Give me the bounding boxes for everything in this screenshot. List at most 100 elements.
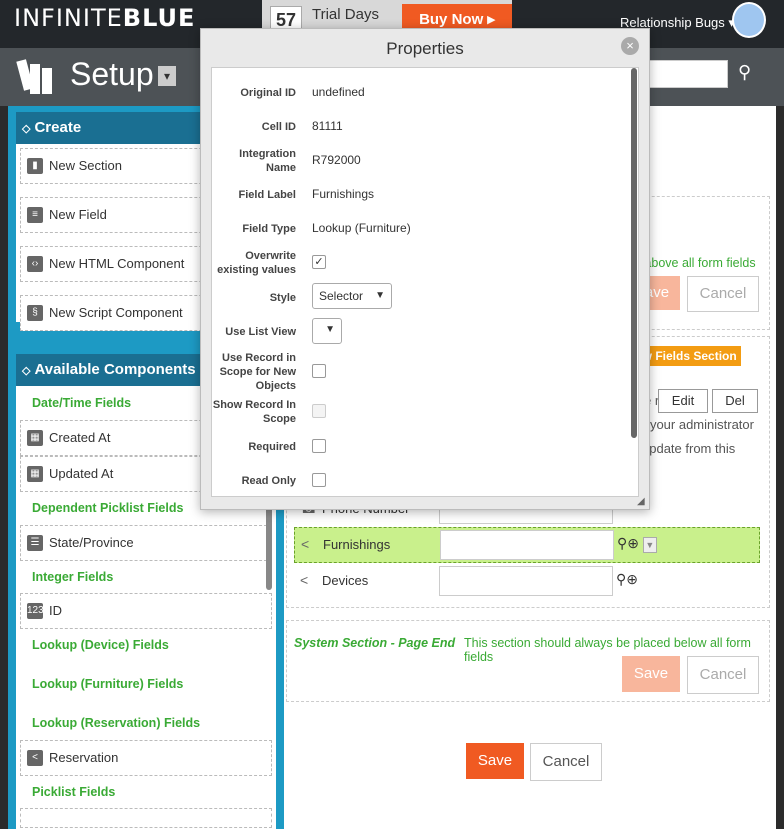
lookup-tools[interactable]: ⚲⊕ ▼ [617, 535, 657, 553]
category-lookup-device: Lookup (Device) Fields [32, 638, 169, 652]
chevron-down-icon: ▼ [375, 290, 385, 301]
share-icon: < [300, 572, 309, 588]
new-script-component-label: New Script Component [49, 305, 183, 320]
required-checkbox[interactable] [312, 439, 326, 453]
field-label-value: Furnishings [312, 187, 375, 201]
admin-text-2: update from this [642, 441, 736, 456]
page-title: Setup [70, 56, 154, 92]
calendar-icon: ▦ [27, 430, 43, 446]
use-list-view-label: Use List View [225, 326, 296, 338]
read-only-label: Read Only [241, 475, 296, 487]
add-icon[interactable]: ⊕ [627, 535, 639, 551]
original-id-label: Original ID [240, 87, 296, 99]
properties-dialog: Properties × Original ID undefined Cell … [200, 28, 650, 510]
style-label: Style [269, 292, 296, 304]
field-icon: ≡ [27, 207, 43, 223]
dialog-title: Properties [386, 39, 464, 58]
chevron-down-icon: ▼ [325, 324, 335, 335]
system-section-label: System Section - Page End [294, 636, 456, 650]
use-record-checkbox[interactable] [312, 364, 326, 378]
field-label-label: Field Label [238, 189, 296, 201]
system-cancel-button[interactable]: Cancel [687, 656, 759, 694]
form-row-furnishings[interactable]: < Furnishings ⚲⊕ ▼ [294, 527, 760, 563]
setup-dropdown[interactable]: ▾ [158, 66, 176, 86]
new-field-label: New Field [49, 207, 107, 222]
show-record-label: Show Record In Scope [212, 399, 296, 425]
state-province-label: State/Province [49, 535, 134, 550]
edit-button[interactable]: Edit [658, 389, 708, 413]
new-html-component-label: New HTML Component [49, 256, 185, 271]
use-record-label: Use Record in Scope for New Objects [219, 352, 296, 392]
picklist-item[interactable] [20, 808, 272, 828]
reservation-item[interactable]: < Reservation [20, 740, 272, 776]
close-icon[interactable]: × [621, 37, 639, 55]
category-lookup-reservation: Lookup (Reservation) Fields [32, 716, 201, 730]
integration-name-value: R792000 [312, 153, 361, 167]
original-id-value: undefined [312, 85, 365, 99]
category-datetime: Date/Time Fields [32, 396, 132, 410]
integer-icon: 123 [27, 603, 44, 619]
form-row-devices[interactable]: < Devices ⚲⊕ [294, 564, 758, 598]
field-type-value: Lookup (Furniture) [312, 221, 411, 235]
search-icon[interactable]: ⚲ [738, 62, 751, 83]
read-only-checkbox[interactable] [312, 473, 326, 487]
category-picklist: Picklist Fields [32, 785, 116, 799]
system-save-button[interactable]: Save [622, 656, 680, 692]
share-icon: < [301, 536, 310, 552]
delete-button[interactable]: Del [712, 389, 758, 413]
section-cancel-button[interactable]: Cancel [687, 276, 759, 312]
chevron-down-icon[interactable]: ▼ [642, 537, 657, 553]
state-province-item[interactable]: ☰ State/Province [20, 525, 272, 561]
devices-input[interactable] [439, 566, 613, 596]
overwrite-checkbox[interactable]: ✓ [312, 255, 326, 269]
use-list-view-select[interactable]: ▼ [312, 318, 342, 344]
id-item[interactable]: 123 ID [20, 593, 272, 629]
new-section-label: New Section [49, 158, 122, 173]
show-record-checkbox [312, 404, 326, 418]
integration-name-label: Integration Name [239, 148, 296, 174]
logo[interactable]: INFINITEBLUE [14, 4, 195, 32]
user-avatar[interactable] [732, 2, 766, 38]
furnishings-input[interactable] [440, 530, 614, 560]
overwrite-label: Overwrite existing values [217, 250, 296, 276]
available-panel-title: Available Components [34, 361, 196, 378]
created-at-label: Created At [49, 430, 111, 445]
cancel-button[interactable]: Cancel [530, 743, 602, 781]
section-icon: ▮ [27, 158, 43, 174]
category-integer: Integer Fields [32, 570, 114, 584]
create-panel-title: Create [34, 119, 82, 136]
devices-label: Devices [322, 573, 369, 588]
cell-id-value: 81111 [312, 119, 343, 133]
share-icon: < [27, 750, 43, 766]
category-dependent: Dependent Picklist Fields [32, 501, 184, 515]
collapse-icon: ◇ [22, 365, 31, 377]
calendar-icon: ▦ [27, 466, 43, 482]
style-select[interactable]: Selector ▼ [312, 283, 392, 309]
top-section-note: d above all form fields [634, 256, 756, 270]
lookup-tools[interactable]: ⚲⊕ [616, 571, 638, 588]
updated-at-label: Updated At [49, 466, 114, 481]
dialog-vertical-scrollbar[interactable] [631, 68, 637, 438]
category-lookup-furniture: Lookup (Furniture) Fields [32, 677, 184, 691]
admin-text-1: r your administrator [642, 417, 754, 432]
search-icon[interactable]: ⚲ [616, 571, 626, 587]
add-icon[interactable]: ⊕ [626, 571, 638, 587]
resize-handle-icon[interactable]: ◢ [637, 496, 645, 507]
setup-icon [16, 59, 52, 94]
furnishings-label: Furnishings [323, 537, 391, 552]
style-select-value: Selector [319, 289, 364, 303]
search-icon[interactable]: ⚲ [617, 535, 627, 551]
properties-panel: Original ID undefined Cell ID 81111 Inte… [211, 67, 639, 497]
new-fields-section-badge[interactable]: ew Fields Section [636, 346, 741, 366]
picklist-icon: ☰ [27, 535, 43, 551]
id-label: ID [49, 603, 62, 618]
save-button[interactable]: Save [466, 743, 524, 779]
collapse-icon: ◇ [22, 123, 31, 135]
script-icon: § [27, 305, 43, 321]
trial-days-label: Trial Days [312, 6, 379, 23]
html-icon: ‹› [27, 256, 43, 272]
cell-id-label: Cell ID [261, 121, 296, 133]
reservation-label: Reservation [49, 750, 119, 765]
field-type-label: Field Type [242, 223, 296, 235]
required-label: Required [248, 441, 296, 453]
